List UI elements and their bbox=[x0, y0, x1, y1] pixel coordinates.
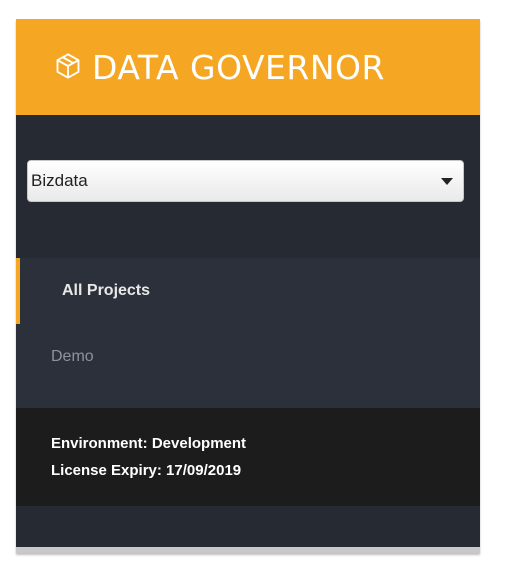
project-select-value: Bizdata bbox=[31, 171, 88, 190]
nav-item-all-projects[interactable]: All Projects bbox=[16, 258, 480, 324]
environment-info: Environment: Development License Expiry:… bbox=[16, 408, 480, 506]
nav-item-label: All Projects bbox=[62, 282, 151, 299]
brand-header[interactable]: DATA GOVERNOR bbox=[16, 19, 480, 115]
project-nav: All Projects Demo bbox=[16, 258, 480, 408]
app-title: DATA GOVERNOR bbox=[92, 47, 385, 87]
project-selector-area: Bizdata bbox=[16, 115, 480, 258]
license-expiry-label: License Expiry: 17/09/2019 bbox=[51, 462, 242, 479]
cube-icon bbox=[56, 53, 80, 79]
nav-item-demo[interactable]: Demo bbox=[16, 324, 480, 390]
chevron-down-icon[interactable] bbox=[441, 177, 453, 185]
environment-label: Environment: Development bbox=[51, 435, 247, 452]
project-select[interactable]: Bizdata bbox=[27, 160, 464, 202]
sidebar: DATA GOVERNOR Bizdata All Projects Demo … bbox=[16, 19, 480, 553]
nav-item-label: Demo bbox=[51, 348, 94, 365]
